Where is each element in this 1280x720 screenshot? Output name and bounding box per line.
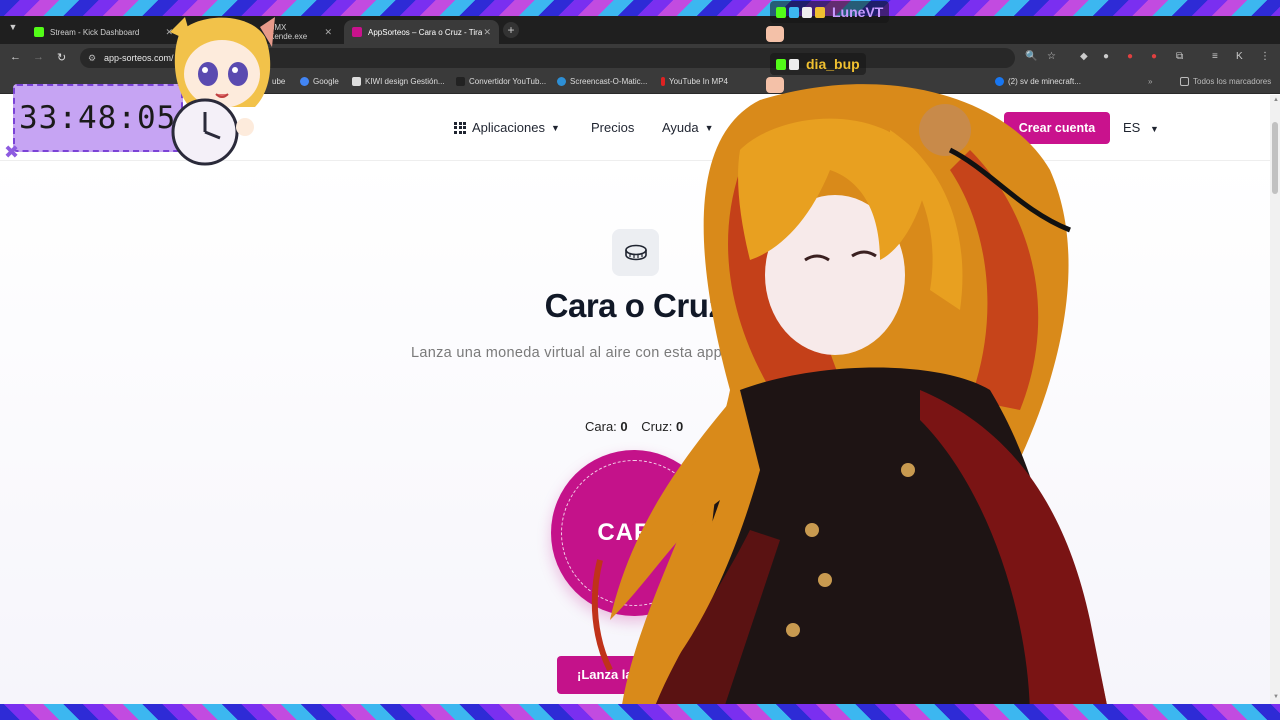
timer-value: 33:48:05: [19, 100, 177, 136]
tab-appsorteos[interactable]: AppSorteos – Cara o Cruz - Tira ✕: [344, 20, 499, 44]
tab-label: AppSorteos – Cara o Cruz - Tira: [368, 27, 483, 37]
vtuber-avatar-overlay: [591, 84, 1110, 720]
kick-favicon-icon: [34, 27, 44, 37]
forward-arrow-icon[interactable]: →: [33, 51, 44, 63]
back-arrow-icon[interactable]: ←: [10, 51, 21, 63]
chat-username: dia_bup: [806, 56, 860, 72]
bookmark-google[interactable]: Google: [300, 77, 339, 86]
nav-aplicaciones[interactable]: Aplicaciones ▼: [454, 120, 560, 135]
bookmark-kiwi[interactable]: KIWI design Gestión...: [352, 77, 445, 86]
scroll-up-arrow-icon[interactable]: ▲: [1273, 97, 1279, 103]
new-tab-button[interactable]: +: [503, 22, 519, 38]
chibi-mascot-clock-overlay: [170, 17, 275, 166]
kick-badge-icon: [776, 58, 786, 70]
screencast-icon: [557, 77, 566, 86]
chat-avatar: [766, 77, 784, 93]
chat-username: LuneVT: [832, 4, 884, 20]
site-settings-icon[interactable]: ⚙: [88, 48, 96, 68]
close-tab-icon[interactable]: ✕: [483, 27, 491, 38]
extensions-puzzle-icon[interactable]: ⧉: [1176, 51, 1183, 62]
tab-search-dropdown[interactable]: ▼: [6, 22, 20, 36]
chat-message: LuneVT: [770, 1, 890, 23]
chat-avatar: [766, 26, 784, 42]
diamond-badge-icon: [789, 6, 799, 18]
bookmark-icon: [456, 77, 465, 86]
crown-badge-icon: [815, 6, 825, 18]
chat-message: dia_bup: [770, 53, 866, 75]
appsorteos-favicon-icon: [352, 27, 362, 37]
profile-avatar[interactable]: K: [1236, 51, 1243, 62]
scroll-down-arrow-icon[interactable]: ▼: [1273, 694, 1279, 700]
scrollbar-thumb[interactable]: [1272, 122, 1278, 194]
cat-badge-icon: [789, 58, 799, 70]
tab-kick-dashboard[interactable]: Stream - Kick Dashboard ✕: [26, 20, 181, 44]
folder-icon: [1180, 77, 1189, 86]
close-tab-icon[interactable]: ✕: [324, 27, 332, 38]
chevron-down-icon: ▼: [1149, 124, 1159, 134]
reading-list-icon[interactable]: ≡: [1212, 51, 1218, 62]
apps-grid-icon: [454, 121, 466, 134]
reload-icon[interactable]: ↻: [57, 51, 66, 64]
kick-badge-icon: [776, 6, 786, 18]
extension-icon[interactable]: ●: [1151, 51, 1157, 62]
tab-label: Stream - Kick Dashboard: [50, 27, 140, 37]
sparkle-icon: ✖: [4, 142, 20, 162]
stream-timer-overlay: 33:48:05: [13, 84, 183, 152]
stream-frame-bottom: [0, 704, 1280, 720]
bookmark-convertidor[interactable]: Convertidor YouTub...: [456, 77, 546, 86]
stream-chat-overlay: LuneVT dia_bup: [760, 0, 930, 100]
amazon-icon: [352, 77, 361, 86]
google-icon: [300, 77, 309, 86]
browser-menu-icon[interactable]: ⋮: [1260, 51, 1270, 62]
cat-badge-icon: [802, 6, 812, 18]
chevron-down-icon: ▼: [551, 122, 560, 133]
all-bookmarks[interactable]: Todos los marcadores: [1180, 77, 1271, 86]
